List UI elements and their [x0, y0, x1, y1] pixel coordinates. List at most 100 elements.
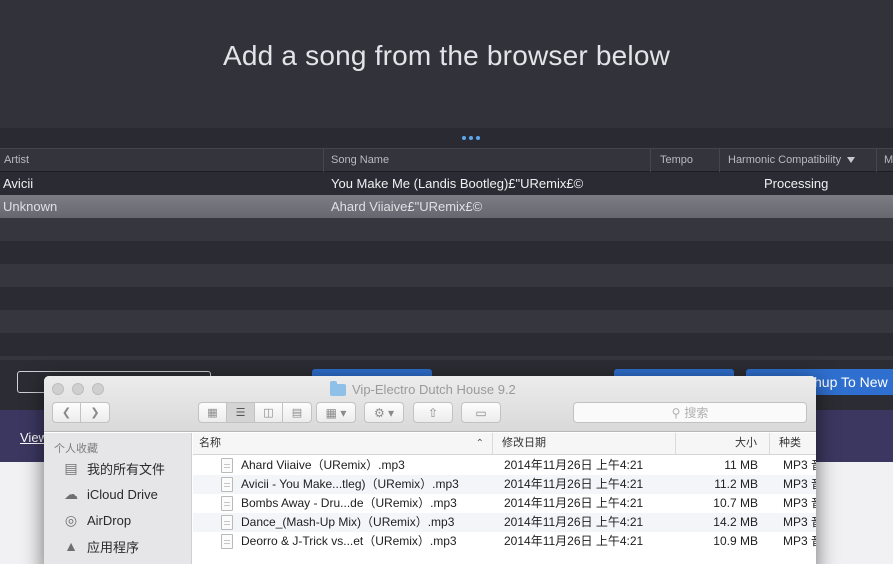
file-name: Dance_(Mash-Up Mix)（URemix）.mp3 — [241, 515, 455, 529]
column-header-more[interactable]: M — [880, 149, 893, 172]
empty-row — [0, 333, 893, 356]
sidebar-item-label: iCloud Drive — [87, 486, 158, 502]
file-size: 10.7 MB — [713, 496, 758, 510]
file-row[interactable]: Deorro & J-Trick vs...et（URemix）.mp3 201… — [193, 532, 816, 551]
back-forward-control: ❮ ❯ — [52, 402, 110, 423]
finder-sidebar: 个人收藏 ▤ 我的所有文件 ☁ iCloud Drive ◎ AirDrop ▲… — [44, 433, 192, 564]
file-kind: MP3 音 — [783, 458, 816, 472]
applications-icon: ▲ — [64, 538, 78, 554]
search-placeholder: 搜索 — [684, 406, 709, 420]
harmonic-cell: Processing — [764, 176, 829, 191]
column-view-button[interactable]: ◫ — [255, 403, 283, 422]
column-header-artist[interactable]: Artist — [0, 149, 324, 172]
sidebar-item-applications[interactable]: ▲ 应用程序 — [62, 535, 139, 557]
minimize-window-button[interactable] — [72, 383, 84, 395]
empty-row — [0, 264, 893, 287]
song-name-cell: Ahard Viiaive£"URemix£© — [331, 199, 483, 214]
file-row[interactable]: Dance_(Mash-Up Mix)（URemix）.mp3 2014年11月… — [193, 513, 816, 532]
finder-titlebar[interactable]: Vip-Electro Dutch House 9.2 ❮ ❯ ▦ ☰ ◫ ▤ … — [44, 376, 816, 432]
column-header-song-name[interactable]: Song Name — [327, 149, 651, 172]
file-list-header: 名称 ⌃ 修改日期 大小 种类 — [193, 433, 816, 455]
view-mode-control: ▦ ☰ ◫ ▤ — [198, 402, 312, 423]
column-header-date[interactable]: 修改日期 — [496, 433, 676, 454]
column-header-size[interactable]: 大小 — [676, 433, 770, 454]
sidebar-section-favorites: 个人收藏 — [54, 443, 98, 455]
file-size: 11.2 MB — [714, 477, 758, 491]
share-button[interactable]: ⇧ — [413, 402, 453, 423]
file-row[interactable]: Avicii - You Make...tleg)（URemix）.mp3 20… — [193, 475, 816, 494]
file-list: Ahard Viiaive（URemix）.mp3 2014年11月26日 上午… — [193, 456, 816, 551]
file-kind: MP3 音 — [783, 477, 816, 491]
sidebar-item-all-files[interactable]: ▤ 我的所有文件 — [62, 457, 165, 479]
sidebar-item-airdrop[interactable]: ◎ AirDrop — [62, 509, 131, 531]
sidebar-item-label: AirDrop — [87, 512, 132, 528]
table-row[interactable]: Avicii You Make Me (Landis Bootleg)£"URe… — [0, 172, 893, 195]
table-row-selected[interactable]: Unknown Ahard Viiaive£"URemix£© — [0, 195, 893, 218]
sidebar-item-icloud[interactable]: ☁ iCloud Drive — [62, 483, 158, 505]
icon-view-button[interactable]: ▦ — [199, 403, 227, 422]
song-name-cell: You Make Me (Landis Bootleg)£"URemix£© — [331, 176, 584, 191]
tags-button[interactable]: ▭ — [461, 402, 501, 423]
empty-row — [0, 218, 893, 241]
empty-row — [0, 310, 893, 333]
file-name: Bombs Away - Dru...de（URemix）.mp3 — [241, 496, 457, 510]
file-name: Avicii - You Make...tleg)（URemix）.mp3 — [241, 477, 459, 491]
artist-cell: Avicii — [3, 176, 34, 191]
sort-ascending-icon: ⌃ — [475, 438, 484, 449]
window-title: Vip-Electro Dutch House 9.2 — [330, 380, 516, 397]
cover-flow-button[interactable]: ▤ — [283, 403, 311, 422]
file-date: 2014年11月26日 上午4:21 — [504, 515, 644, 529]
file-date: 2014年11月26日 上午4:21 — [504, 458, 644, 472]
cloud-icon: ☁ — [64, 485, 78, 502]
column-header-tempo[interactable]: Tempo — [656, 149, 720, 172]
file-kind: MP3 音 — [783, 534, 816, 548]
column-header-kind[interactable]: 种类 — [773, 433, 816, 454]
list-view-button[interactable]: ☰ — [227, 403, 255, 422]
page-title: Add a song from the browser below — [222, 40, 671, 71]
add-to-new-mashup-label: hup To New — [814, 374, 888, 390]
column-header-name[interactable]: 名称 ⌃ — [193, 433, 493, 454]
file-row[interactable]: Ahard Viiaive（URemix）.mp3 2014年11月26日 上午… — [193, 456, 816, 475]
finder-window: Vip-Electro Dutch House 9.2 ❮ ❯ ▦ ☰ ◫ ▤ … — [44, 376, 816, 564]
file-name: Deorro & J-Trick vs...et（URemix）.mp3 — [241, 534, 457, 548]
close-window-button[interactable] — [52, 383, 64, 395]
zoom-window-button[interactable] — [92, 383, 104, 395]
file-date: 2014年11月26日 上午4:21 — [504, 496, 644, 510]
arrange-button[interactable]: ▦ ▾ — [316, 402, 356, 423]
action-gear-button[interactable]: ⚙ ▾ — [364, 402, 404, 423]
search-icon: ⚲ — [671, 405, 681, 420]
all-files-icon: ▤ — [64, 459, 78, 476]
table-header: Artist Song Name Tempo Harmonic Compatib… — [0, 148, 893, 172]
column-header-name-label: 名称 — [199, 437, 221, 449]
file-size: 11 MB — [724, 458, 758, 472]
empty-row — [0, 241, 893, 264]
column-header-harmonic-label: Harmonic Compatibility — [728, 154, 842, 166]
file-size: 14.2 MB — [713, 515, 758, 529]
file-size: 10.9 MB — [713, 534, 758, 548]
artist-cell: Unknown — [3, 199, 58, 214]
file-date: 2014年11月26日 上午4:21 — [504, 534, 644, 548]
file-row[interactable]: Bombs Away - Dru...de（URemix）.mp3 2014年1… — [193, 494, 816, 513]
window-title-text: Vip-Electro Dutch House 9.2 — [352, 382, 516, 397]
file-kind: MP3 音 — [783, 496, 816, 510]
split-divider[interactable] — [0, 128, 893, 148]
forward-button[interactable]: ❯ — [81, 403, 109, 422]
audio-file-icon — [221, 477, 233, 492]
audio-file-icon — [221, 515, 233, 530]
app-header: Add a song from the browser below — [0, 0, 893, 130]
audio-file-icon — [221, 458, 233, 473]
file-kind: MP3 音 — [783, 515, 816, 529]
file-date: 2014年11月26日 上午4:21 — [504, 477, 644, 491]
audio-file-icon — [221, 534, 233, 549]
resize-grip-icon[interactable] — [462, 136, 480, 140]
sidebar-item-label: 应用程序 — [87, 539, 140, 555]
back-button[interactable]: ❮ — [53, 403, 81, 422]
empty-row — [0, 287, 893, 310]
sidebar-item-label: 我的所有文件 — [87, 461, 166, 477]
airdrop-icon: ◎ — [64, 511, 78, 528]
sort-descending-icon — [847, 157, 856, 164]
finder-search-input[interactable]: ⚲ 搜索 — [573, 402, 807, 423]
audio-file-icon — [221, 496, 233, 511]
folder-icon — [330, 380, 346, 396]
column-header-harmonic[interactable]: Harmonic Compatibility — [724, 149, 877, 172]
